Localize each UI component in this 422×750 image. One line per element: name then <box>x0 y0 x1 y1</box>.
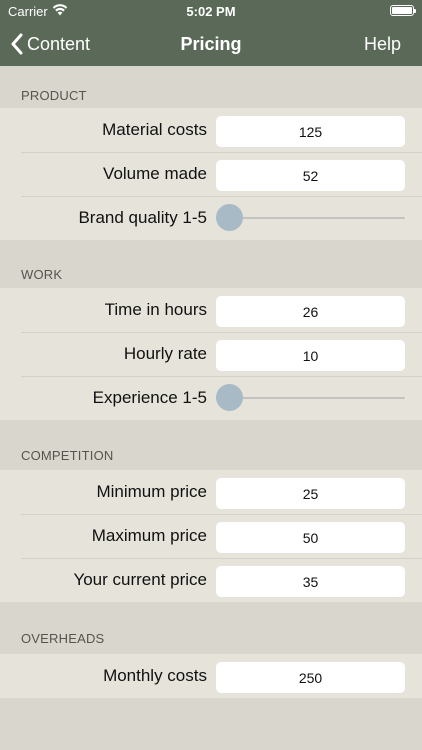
help-button[interactable]: Help <box>364 22 401 66</box>
work-group: Time in hours Hourly rate Experience 1-5 <box>0 288 422 420</box>
volume-made-field[interactable] <box>216 160 405 191</box>
navigation-bar: Content Pricing Help <box>0 22 422 66</box>
slider-thumb[interactable] <box>216 384 243 411</box>
monthly-costs-field[interactable] <box>216 662 405 693</box>
slider-thumb[interactable] <box>216 204 243 231</box>
competition-group: Minimum price Maximum price Your current… <box>0 470 422 602</box>
hourly-rate-row: Hourly rate <box>0 332 422 376</box>
minimum-price-label: Minimum price <box>96 482 207 501</box>
volume-made-row: Volume made <box>0 152 422 196</box>
current-price-field[interactable] <box>216 566 405 597</box>
brand-quality-label: Brand quality 1-5 <box>78 208 207 227</box>
current-price-label: Your current price <box>73 570 207 589</box>
minimum-price-field[interactable] <box>216 478 405 509</box>
time-in-hours-row: Time in hours <box>0 288 422 332</box>
brand-quality-slider[interactable] <box>216 204 405 232</box>
maximum-price-field[interactable] <box>216 522 405 553</box>
clock-time: 5:02 PM <box>186 4 236 19</box>
section-header-product: PRODUCT <box>21 88 87 103</box>
section-header-overheads: OVERHEADS <box>21 631 105 646</box>
slider-track <box>216 397 405 399</box>
section-header-work: WORK <box>21 267 63 282</box>
slider-track <box>216 217 405 219</box>
time-in-hours-label: Time in hours <box>104 300 207 319</box>
brand-quality-row: Brand quality 1-5 <box>0 196 422 240</box>
section-header-competition: COMPETITION <box>21 448 114 463</box>
volume-made-label: Volume made <box>103 164 207 183</box>
maximum-price-label: Maximum price <box>91 526 207 545</box>
maximum-price-row: Maximum price <box>0 514 422 558</box>
bottom-spacer <box>0 698 422 722</box>
current-price-row: Your current price <box>0 558 422 602</box>
monthly-costs-row: Monthly costs <box>0 654 422 698</box>
back-button[interactable]: Content <box>10 22 90 66</box>
material-costs-field[interactable] <box>216 116 405 147</box>
hourly-rate-field[interactable] <box>216 340 405 371</box>
product-group: Material costs Volume made Brand quality… <box>0 108 422 240</box>
chevron-left-icon <box>11 33 23 55</box>
experience-label: Experience 1-5 <box>92 388 207 407</box>
battery-icon <box>390 5 416 16</box>
material-costs-label: Material costs <box>102 120 207 139</box>
hourly-rate-label: Hourly rate <box>123 344 207 363</box>
form-content: PRODUCT Material costs Volume made Brand… <box>0 66 422 722</box>
status-bar: Carrier 5:02 PM <box>0 0 422 22</box>
experience-slider[interactable] <box>216 384 405 412</box>
back-button-label: Content <box>27 33 91 54</box>
experience-row: Experience 1-5 <box>0 376 422 420</box>
material-costs-row: Material costs <box>0 108 422 152</box>
time-in-hours-field[interactable] <box>216 296 405 327</box>
overheads-group: Monthly costs <box>0 654 422 698</box>
monthly-costs-label: Monthly costs <box>103 666 207 685</box>
minimum-price-row: Minimum price <box>0 470 422 514</box>
